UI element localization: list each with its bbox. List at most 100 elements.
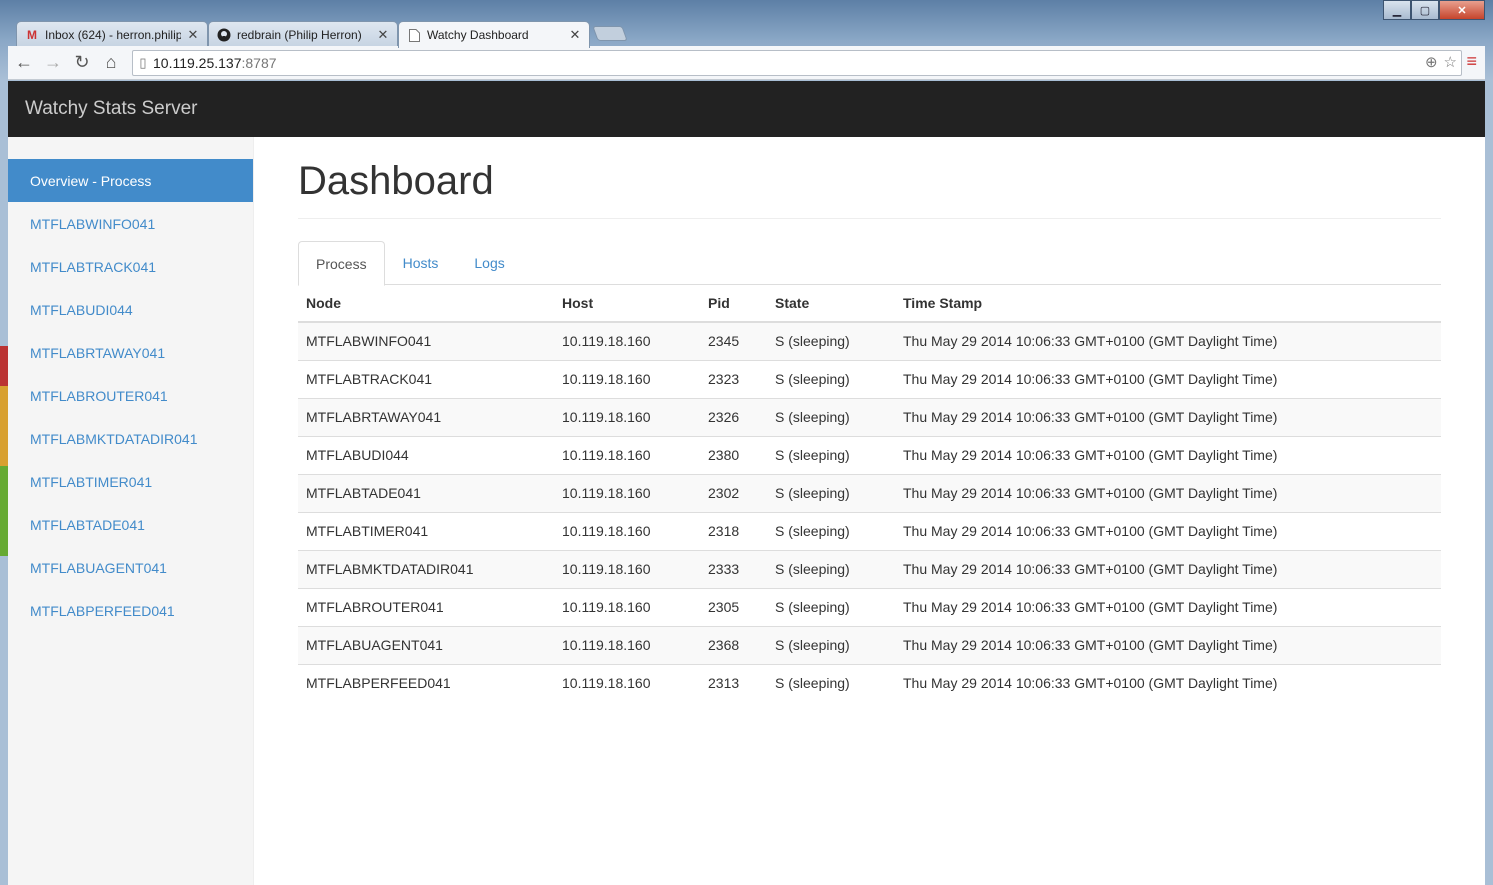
cell-timestamp: Thu May 29 2014 10:06:33 GMT+0100 (GMT D… <box>895 511 1441 550</box>
cell-state: S (sleeping) <box>767 321 895 360</box>
page-info-icon: ▯ <box>139 55 147 70</box>
table-row: MTFLABTRACK041 10.119.18.160 2323 S (sle… <box>298 359 1441 398</box>
sidebar-item-node[interactable]: MTFLABRTAWAY041 <box>8 331 253 374</box>
sidebar-item-node[interactable]: MTFLABUAGENT041 <box>8 546 253 589</box>
window-controls: ▁ ▢ ✕ <box>1383 0 1485 20</box>
sidebar-item-node[interactable]: MTFLABROUTER041 <box>8 374 253 417</box>
cell-timestamp: Thu May 29 2014 10:06:33 GMT+0100 (GMT D… <box>895 435 1441 474</box>
cell-host: 10.119.18.160 <box>554 587 700 626</box>
cell-host: 10.119.18.160 <box>554 435 700 474</box>
address-bar[interactable]: ▯ 10.119.25.137:8787 ⊕ ☆ <box>132 50 1462 76</box>
home-icon[interactable]: ⌂ <box>98 50 124 76</box>
browser-menu-icon[interactable]: ≡ <box>1466 51 1477 72</box>
cell-host: 10.119.18.160 <box>554 359 700 398</box>
tab-hosts[interactable]: Hosts <box>385 241 457 285</box>
cell-node: MTFLABUAGENT041 <box>298 625 554 664</box>
url-port: :8787 <box>241 55 277 71</box>
table-row: MTFLABTIMER041 10.119.18.160 2318 S (sle… <box>298 511 1441 550</box>
cell-pid: 2323 <box>700 359 767 398</box>
gmail-icon: M <box>27 27 37 42</box>
tab-close-icon[interactable]: ✕ <box>569 27 581 43</box>
cell-timestamp: Thu May 29 2014 10:06:33 GMT+0100 (GMT D… <box>895 397 1441 436</box>
column-header-timestamp: Time Stamp <box>895 285 1441 323</box>
cell-host: 10.119.18.160 <box>554 549 700 588</box>
cell-timestamp: Thu May 29 2014 10:06:33 GMT+0100 (GMT D… <box>895 321 1441 360</box>
cell-state: S (sleeping) <box>767 663 895 702</box>
cell-host: 10.119.18.160 <box>554 321 700 360</box>
zoom-icon[interactable]: ⊕ <box>1425 53 1438 71</box>
browser-window: ▁ ▢ ✕ M Inbox (624) - herron.philip ✕ re… <box>0 0 1493 885</box>
maximize-button[interactable]: ▢ <box>1411 0 1439 20</box>
tab-process[interactable]: Process <box>298 241 385 286</box>
cell-host: 10.119.18.160 <box>554 397 700 436</box>
forward-icon[interactable]: → <box>40 50 66 76</box>
new-tab-button[interactable] <box>592 26 628 41</box>
browser-tab-title: Inbox (624) - herron.philip <box>45 27 181 42</box>
minimize-button[interactable]: ▁ <box>1383 0 1411 20</box>
cell-node: MTFLABRTAWAY041 <box>298 397 554 436</box>
table-header-row: Node Host Pid State Time Stamp <box>298 285 1441 323</box>
desktop-edge <box>0 346 8 556</box>
sidebar-item-overview[interactable]: Overview - Process <box>8 159 253 202</box>
cell-pid: 2318 <box>700 511 767 550</box>
cell-node: MTFLABMKTDATADIR041 <box>298 549 554 588</box>
table-row: MTFLABUDI044 10.119.18.160 2380 S (sleep… <box>298 435 1441 474</box>
sidebar-item-node[interactable]: MTFLABTIMER041 <box>8 460 253 503</box>
reload-icon[interactable]: ↻ <box>69 50 95 76</box>
tab-close-icon[interactable]: ✕ <box>377 27 389 43</box>
sidebar-item-node[interactable]: MTFLABWINFO041 <box>8 202 253 245</box>
back-icon[interactable]: ← <box>11 50 37 76</box>
cell-timestamp: Thu May 29 2014 10:06:33 GMT+0100 (GMT D… <box>895 587 1441 626</box>
navbar-brand[interactable]: Watchy Stats Server <box>25 98 197 120</box>
tab-logs[interactable]: Logs <box>456 241 522 285</box>
page-title: Dashboard <box>298 159 1441 219</box>
cell-state: S (sleeping) <box>767 359 895 398</box>
table-row: MTFLABROUTER041 10.119.18.160 2305 S (sl… <box>298 587 1441 626</box>
browser-tab-github[interactable]: redbrain (Philip Herron) ✕ <box>208 21 398 47</box>
cell-pid: 2333 <box>700 549 767 588</box>
sidebar-item-node[interactable]: MTFLABTADE041 <box>8 503 253 546</box>
column-header-state: State <box>767 285 895 323</box>
cell-pid: 2380 <box>700 435 767 474</box>
sidebar: Overview - Process MTFLABWINFO041 MTFLAB… <box>8 137 254 885</box>
cell-node: MTFLABROUTER041 <box>298 587 554 626</box>
cell-node: MTFLABUDI044 <box>298 435 554 474</box>
sidebar-item-node[interactable]: MTFLABUDI044 <box>8 288 253 331</box>
cell-node: MTFLABTRACK041 <box>298 359 554 398</box>
cell-host: 10.119.18.160 <box>554 473 700 512</box>
browser-tab-watchy[interactable]: Watchy Dashboard ✕ <box>398 21 590 48</box>
browser-tab-gmail[interactable]: M Inbox (624) - herron.philip ✕ <box>16 21 208 47</box>
browser-tab-title: Watchy Dashboard <box>427 28 529 42</box>
content-tabs: Process Hosts Logs <box>298 241 1441 286</box>
cell-pid: 2326 <box>700 397 767 436</box>
cell-node: MTFLABTADE041 <box>298 473 554 512</box>
cell-timestamp: Thu May 29 2014 10:06:33 GMT+0100 (GMT D… <box>895 663 1441 702</box>
table-row: MTFLABUAGENT041 10.119.18.160 2368 S (sl… <box>298 625 1441 664</box>
table-row: MTFLABWINFO041 10.119.18.160 2345 S (sle… <box>298 321 1441 360</box>
sidebar-item-node[interactable]: MTFLABTRACK041 <box>8 245 253 288</box>
sidebar-item-node[interactable]: MTFLABPERFEED041 <box>8 589 253 632</box>
cell-state: S (sleeping) <box>767 549 895 588</box>
cell-node: MTFLABPERFEED041 <box>298 663 554 702</box>
cell-host: 10.119.18.160 <box>554 625 700 664</box>
table-row: MTFLABRTAWAY041 10.119.18.160 2326 S (sl… <box>298 397 1441 436</box>
cell-pid: 2345 <box>700 321 767 360</box>
top-navbar: Watchy Stats Server <box>8 81 1485 137</box>
cell-state: S (sleeping) <box>767 511 895 550</box>
tab-strip: M Inbox (624) - herron.philip ✕ redbrain… <box>8 18 1208 48</box>
tab-close-icon[interactable]: ✕ <box>187 27 199 43</box>
cell-pid: 2302 <box>700 473 767 512</box>
cell-timestamp: Thu May 29 2014 10:06:33 GMT+0100 (GMT D… <box>895 625 1441 664</box>
column-header-node: Node <box>298 285 554 323</box>
browser-tab-title: redbrain (Philip Herron) <box>237 27 362 42</box>
table-row: MTFLABPERFEED041 10.119.18.160 2313 S (s… <box>298 663 1441 702</box>
cell-timestamp: Thu May 29 2014 10:06:33 GMT+0100 (GMT D… <box>895 549 1441 588</box>
cell-pid: 2305 <box>700 587 767 626</box>
cell-state: S (sleeping) <box>767 397 895 436</box>
window-close-button[interactable]: ✕ <box>1439 0 1485 20</box>
sidebar-item-node[interactable]: MTFLABMKTDATADIR041 <box>8 417 253 460</box>
github-icon <box>217 28 231 42</box>
cell-state: S (sleeping) <box>767 473 895 512</box>
column-header-pid: Pid <box>700 285 767 323</box>
bookmark-star-icon[interactable]: ☆ <box>1444 53 1457 71</box>
